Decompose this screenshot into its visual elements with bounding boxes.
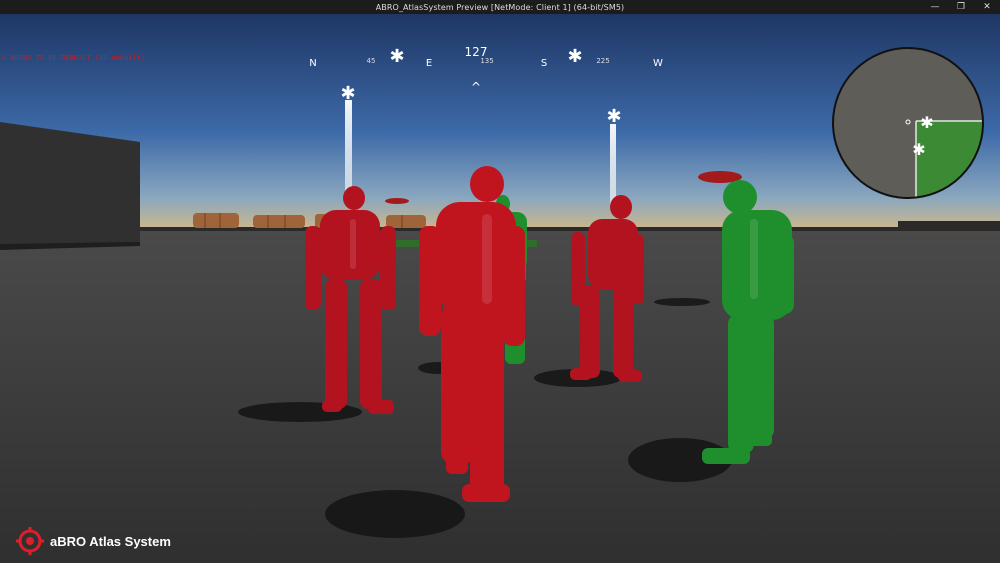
compass-label-135: 135	[480, 57, 494, 65]
minimap-territory	[916, 121, 983, 198]
compass-label-s: S	[540, 58, 548, 69]
compass-label-n: N	[309, 58, 317, 69]
compass-marker-icon: ✱	[389, 46, 405, 67]
beam-right	[610, 124, 616, 208]
game-viewport[interactable]: 0 NEEDS TO BE REBUILT (11 unbuilt) 127 N…	[0, 14, 1000, 563]
distant-platform	[898, 221, 1000, 231]
waypoint-marker-icon: ✱	[340, 83, 356, 104]
debug-message: 0 NEEDS TO BE REBUILT (11 unbuilt)	[2, 54, 146, 62]
compass-label-w: W	[653, 58, 663, 69]
brand-logo: aBRO Atlas System	[16, 527, 171, 555]
close-button[interactable]: ✕	[974, 0, 1000, 14]
compass-label-e: E	[425, 58, 433, 69]
minimap-render	[832, 47, 984, 199]
abro-logo-icon	[16, 527, 44, 555]
compass-marker-icon: ✱	[567, 46, 583, 67]
compass-label-225: 225	[596, 57, 610, 65]
disc	[385, 198, 409, 204]
window-controls: — ❐ ✕	[922, 0, 1000, 14]
restore-button[interactable]: ❐	[948, 0, 974, 14]
compass-caret-icon: ^	[470, 80, 482, 94]
minimap-marker-icon: ✱	[912, 140, 926, 159]
waypoint-marker-icon: ✱	[606, 106, 622, 127]
window-title: ABRO_AtlasSystem Preview [NetMode: Clien…	[375, 2, 625, 12]
brand-name: aBRO Atlas System	[50, 533, 171, 549]
minimap-marker-icon: ✱	[920, 113, 934, 132]
minimap[interactable]: ✱ ✱	[831, 46, 985, 200]
wall-block	[0, 122, 140, 246]
title-bar[interactable]: ABRO_AtlasSystem Preview [NetMode: Clien…	[0, 0, 1000, 14]
compass-bar: 127 N 45 E 135 S 225 W ^	[300, 44, 680, 104]
minimize-button[interactable]: —	[922, 0, 948, 14]
game-window: ABRO_AtlasSystem Preview [NetMode: Clien…	[0, 0, 1000, 563]
compass-label-45: 45	[366, 57, 376, 65]
